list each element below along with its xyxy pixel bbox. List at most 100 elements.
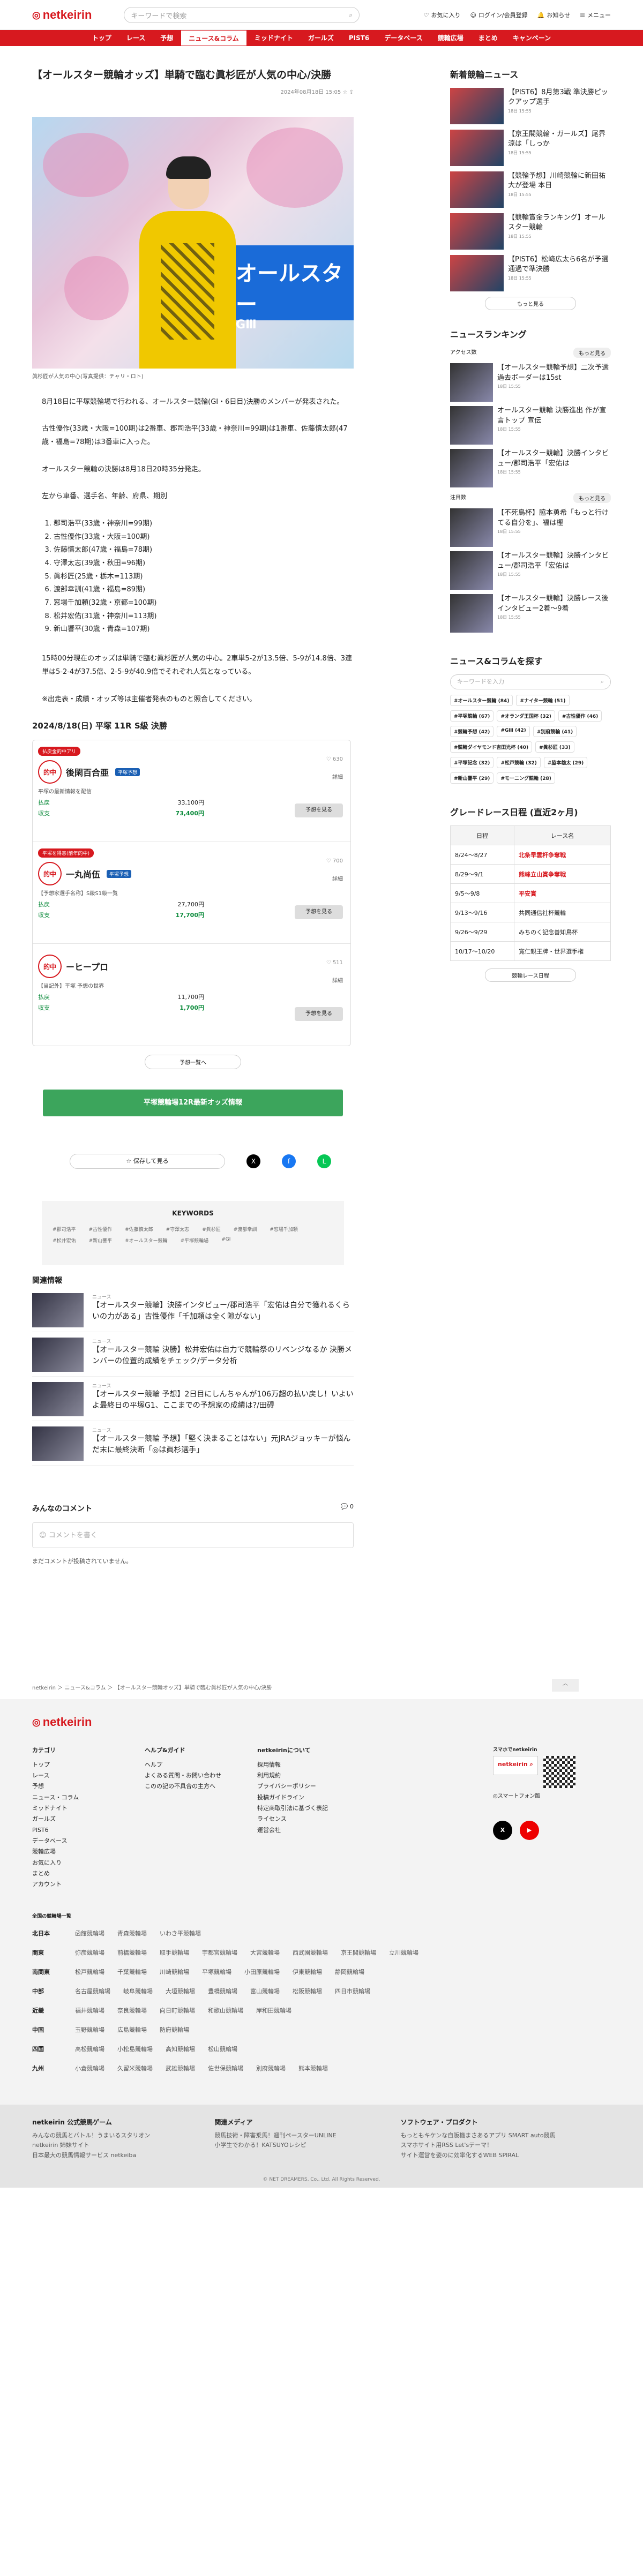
nav-plaza[interactable]: 競輪広場 [430, 30, 471, 46]
nav-campaign[interactable]: キャンペーン [505, 30, 558, 46]
nav-girls[interactable]: ガールズ [301, 30, 341, 46]
footer-link[interactable]: ニュース・コラム [32, 1792, 129, 1803]
ranking-item[interactable]: 【オールスター競輪】決勝レース後インタビュー2着～9着 18日 15:55 [450, 594, 611, 633]
track-link[interactable]: 武雄競輪場 [166, 2064, 195, 2072]
track-link[interactable]: 熊本競輪場 [298, 2064, 328, 2072]
footer-link[interactable]: このの記の不具合の主方へ [145, 1781, 241, 1792]
track-link[interactable]: 川崎競輪場 [160, 1967, 189, 1976]
footer-group-link[interactable]: 競馬技術・障害乗馬！週刊ペースターUNLINE [214, 2131, 336, 2141]
related-item[interactable]: ニュース 【オールスター競輪 予想】「堅く決まることはない」元JRAジョッキーが悩… [32, 1426, 354, 1466]
schedule-row[interactable]: 9/13〜9/16 共同通信社杯競輪 [450, 903, 611, 922]
schedule-race[interactable]: 北条早雲杆争奪戦 [514, 845, 611, 865]
news-item[interactable]: 【競輪賞金ランキング】オールスター競輪 18日 15:55 [450, 213, 611, 250]
predictor-card[interactable]: 払戻金的中アリ 的中 後閑百合亜 平塚予想 平塚の最新情報を配信 払戻 33,100円… [33, 740, 350, 843]
youtube-icon[interactable]: ▶ [520, 1821, 539, 1841]
ranking-more-button[interactable]: もっと見る [573, 493, 611, 503]
tag-chip[interactable]: #平塚記念 (32) [450, 757, 494, 768]
footer-link[interactable]: データベース [32, 1836, 129, 1846]
footer-link[interactable]: アカウント [32, 1879, 129, 1890]
related-item[interactable]: ニュース 【オールスター競輪 予想】2日目にしんちゃんが106万超の払い戻し！いよ… [32, 1382, 354, 1422]
detail-link[interactable]: 詳細 [332, 772, 343, 780]
track-link[interactable]: 西武園競輪場 [293, 1948, 328, 1957]
tag-chip[interactable]: #オランダ王国杯 (32) [497, 710, 555, 722]
tag-chip[interactable]: #競輪ダイヤモンド吉田光杯 (40) [450, 741, 533, 753]
footer-link[interactable]: ガールズ [32, 1814, 129, 1824]
footer-link[interactable]: 特定商取引法に基づく表記 [257, 1803, 354, 1814]
track-link[interactable]: 小松島競輪場 [117, 2045, 153, 2053]
track-link[interactable]: 名古屋競輪場 [75, 1987, 110, 1995]
tag-chip[interactable]: #平塚競輪 (67) [450, 710, 494, 722]
schedule-more-button[interactable]: 競輪レース日程 [485, 968, 576, 982]
tag-chip[interactable]: #新山響平 (29) [450, 772, 494, 784]
track-link[interactable]: 岐阜競輪場 [123, 1987, 153, 1995]
track-link[interactable]: 松戸競輪場 [75, 1967, 104, 1976]
ranking-item[interactable]: 【オールスター競輪予想】二次予選過去ボーダーは15st 18日 15:55 [450, 363, 611, 402]
track-link[interactable]: 大垣競輪場 [166, 1987, 195, 1995]
detail-link[interactable]: 詳細 [332, 976, 343, 984]
track-link[interactable]: 高知競輪場 [166, 2045, 195, 2053]
schedule-row[interactable]: 8/24〜8/27 北条早雲杆争奪戦 [450, 845, 611, 865]
nav-predict[interactable]: 予想 [153, 30, 181, 46]
sidebar-search-input[interactable]: キーワードを入力 ⌕ [450, 674, 611, 689]
odds-button[interactable]: 平塚競輪場12R最新オッズ情報 [43, 1090, 343, 1117]
footer-link[interactable]: 投稿ガイドライン [257, 1792, 354, 1803]
track-link[interactable]: 小田原競輪場 [244, 1967, 280, 1976]
news-item[interactable]: 【PIST6】8月第3戦 準決勝ピックアップ選手 18日 15:55 [450, 88, 611, 124]
bookmark-icon[interactable]: ☆ [342, 89, 347, 95]
schedule-race[interactable]: 共同通信社杯競輪 [514, 903, 611, 922]
footer-link[interactable]: ライセンス [257, 1814, 354, 1824]
track-link[interactable]: 青森競輪場 [117, 1929, 147, 1937]
keyword-tag[interactable]: #渡部幸訓 [234, 1226, 257, 1233]
keyword-tag[interactable]: #オールスター競輪 [125, 1237, 168, 1244]
ranking-tab-access[interactable]: アクセス数 [450, 348, 477, 358]
track-link[interactable]: 静岡競輪場 [335, 1967, 364, 1976]
footer-link[interactable]: ミッドナイト [32, 1803, 129, 1814]
tag-chip[interactable]: #脇本雄太 (29) [543, 757, 588, 768]
x-share-icon[interactable]: X [246, 1154, 260, 1169]
tag-chip[interactable]: #松戸競輪 (32) [497, 757, 541, 768]
line-share-icon[interactable]: L [317, 1154, 331, 1169]
ranking-more-button[interactable]: もっと見る [573, 348, 611, 358]
track-link[interactable]: 伊東競輪場 [293, 1967, 322, 1976]
app-note[interactable]: ◎スマートフォン版 [493, 1791, 611, 1799]
keyword-tag[interactable]: #平塚競輪場 [181, 1237, 209, 1244]
keyword-tag[interactable]: #佐藤慎太郎 [125, 1226, 153, 1233]
tag-chip[interactable]: #オールスター競輪 (84) [450, 695, 513, 706]
track-link[interactable]: 別府競輪場 [256, 2064, 286, 2072]
keyword-tag[interactable]: #松井宏佑 [53, 1237, 76, 1244]
track-link[interactable]: 岸和田競輪場 [256, 2006, 291, 2015]
track-link[interactable]: 奈良競輪場 [117, 2006, 147, 2015]
nav-top[interactable]: トップ [85, 30, 119, 46]
x-icon[interactable]: X [493, 1821, 512, 1841]
footer-link[interactable]: まとめ [32, 1868, 129, 1879]
footer-group-link[interactable]: サイト運営を姿のに効率化するWEB SPIRAL [401, 2151, 556, 2161]
track-link[interactable]: 立川競輪場 [389, 1948, 418, 1957]
tag-chip[interactable]: #GⅢ (42) [497, 726, 530, 737]
track-link[interactable]: 取手競輪場 [160, 1948, 189, 1957]
schedule-row[interactable]: 10/17〜10/20 寛仁親王牌・世界選手権 [450, 941, 611, 961]
nav-race[interactable]: レース [119, 30, 153, 46]
keyword-tag[interactable]: #新山響平 [89, 1237, 113, 1244]
schedule-race[interactable]: みちのく記念善知鳥杯 [514, 922, 611, 942]
predictor-card[interactable]: 的中 ーヒープロ 【当記外】平塚 予想の世界 払戻 11,700円 収支 1,700円… [33, 944, 350, 1046]
track-link[interactable]: 防府競輪場 [160, 2025, 189, 2034]
track-link[interactable]: いわき平競輪場 [160, 1929, 201, 1937]
keyword-tag[interactable]: #窓場千加頼 [270, 1226, 298, 1233]
nav-matome[interactable]: まとめ [471, 30, 505, 46]
track-link[interactable]: 京王閣競輪場 [341, 1948, 376, 1957]
track-link[interactable]: 宇都宮競輪場 [202, 1948, 237, 1957]
footer-link[interactable]: 利用規約 [257, 1770, 354, 1781]
track-link[interactable]: 松山競輪場 [208, 2045, 237, 2053]
schedule-row[interactable]: 9/5〜9/8 平安賞 [450, 883, 611, 903]
footer-link[interactable]: 運営会社 [257, 1825, 354, 1836]
menu-link[interactable]: ☰ メニュー [580, 11, 611, 19]
schedule-row[interactable]: 9/26〜9/29 みちのく記念善知鳥杯 [450, 922, 611, 942]
footer-group-link[interactable]: 日本最大の競馬情報サービス netkeiba [32, 2151, 150, 2161]
footer-group-link[interactable]: スマホサイト用RSS Let'sテーマ！ [401, 2141, 556, 2151]
track-link[interactable]: 豊橋競輪場 [208, 1987, 237, 1995]
footer-link[interactable]: トップ [32, 1760, 129, 1770]
header-search-input[interactable]: キーワードで検索 ⌕ [124, 7, 360, 23]
breadcrumb-text[interactable]: netkeirin ＞ ニュース&コラム ＞ 【オールスター競輪オッズ】単騎で臨… [32, 1685, 272, 1691]
ranking-tab-attention[interactable]: 注目数 [450, 493, 466, 503]
news-item[interactable]: 【京王閣競輪・ガールズ】尾界涼は「しっか 18日 15:55 [450, 130, 611, 166]
